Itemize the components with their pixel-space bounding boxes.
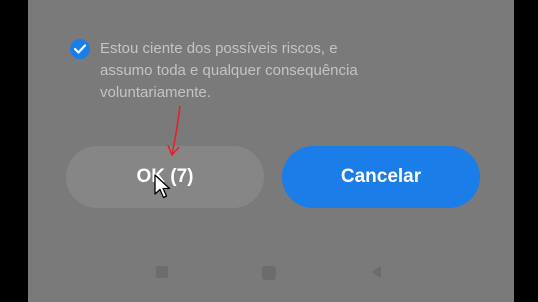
square-icon[interactable] (154, 264, 170, 280)
navigation-bar (28, 250, 514, 302)
mouse-cursor-icon (154, 174, 171, 199)
consent-text: Estou ciente dos possíveis riscos, e ass… (100, 40, 358, 101)
home-icon[interactable] (260, 264, 278, 282)
back-icon[interactable] (368, 264, 384, 280)
app-screen: Estou ciente dos possíveis riscos, e ass… (28, 0, 514, 302)
check-icon (74, 44, 86, 54)
annotation-arrow-icon (167, 105, 181, 156)
cancel-button[interactable]: Cancelar (282, 146, 480, 208)
cancel-button-label: Cancelar (340, 166, 422, 187)
consent-checkbox[interactable] (70, 39, 90, 59)
